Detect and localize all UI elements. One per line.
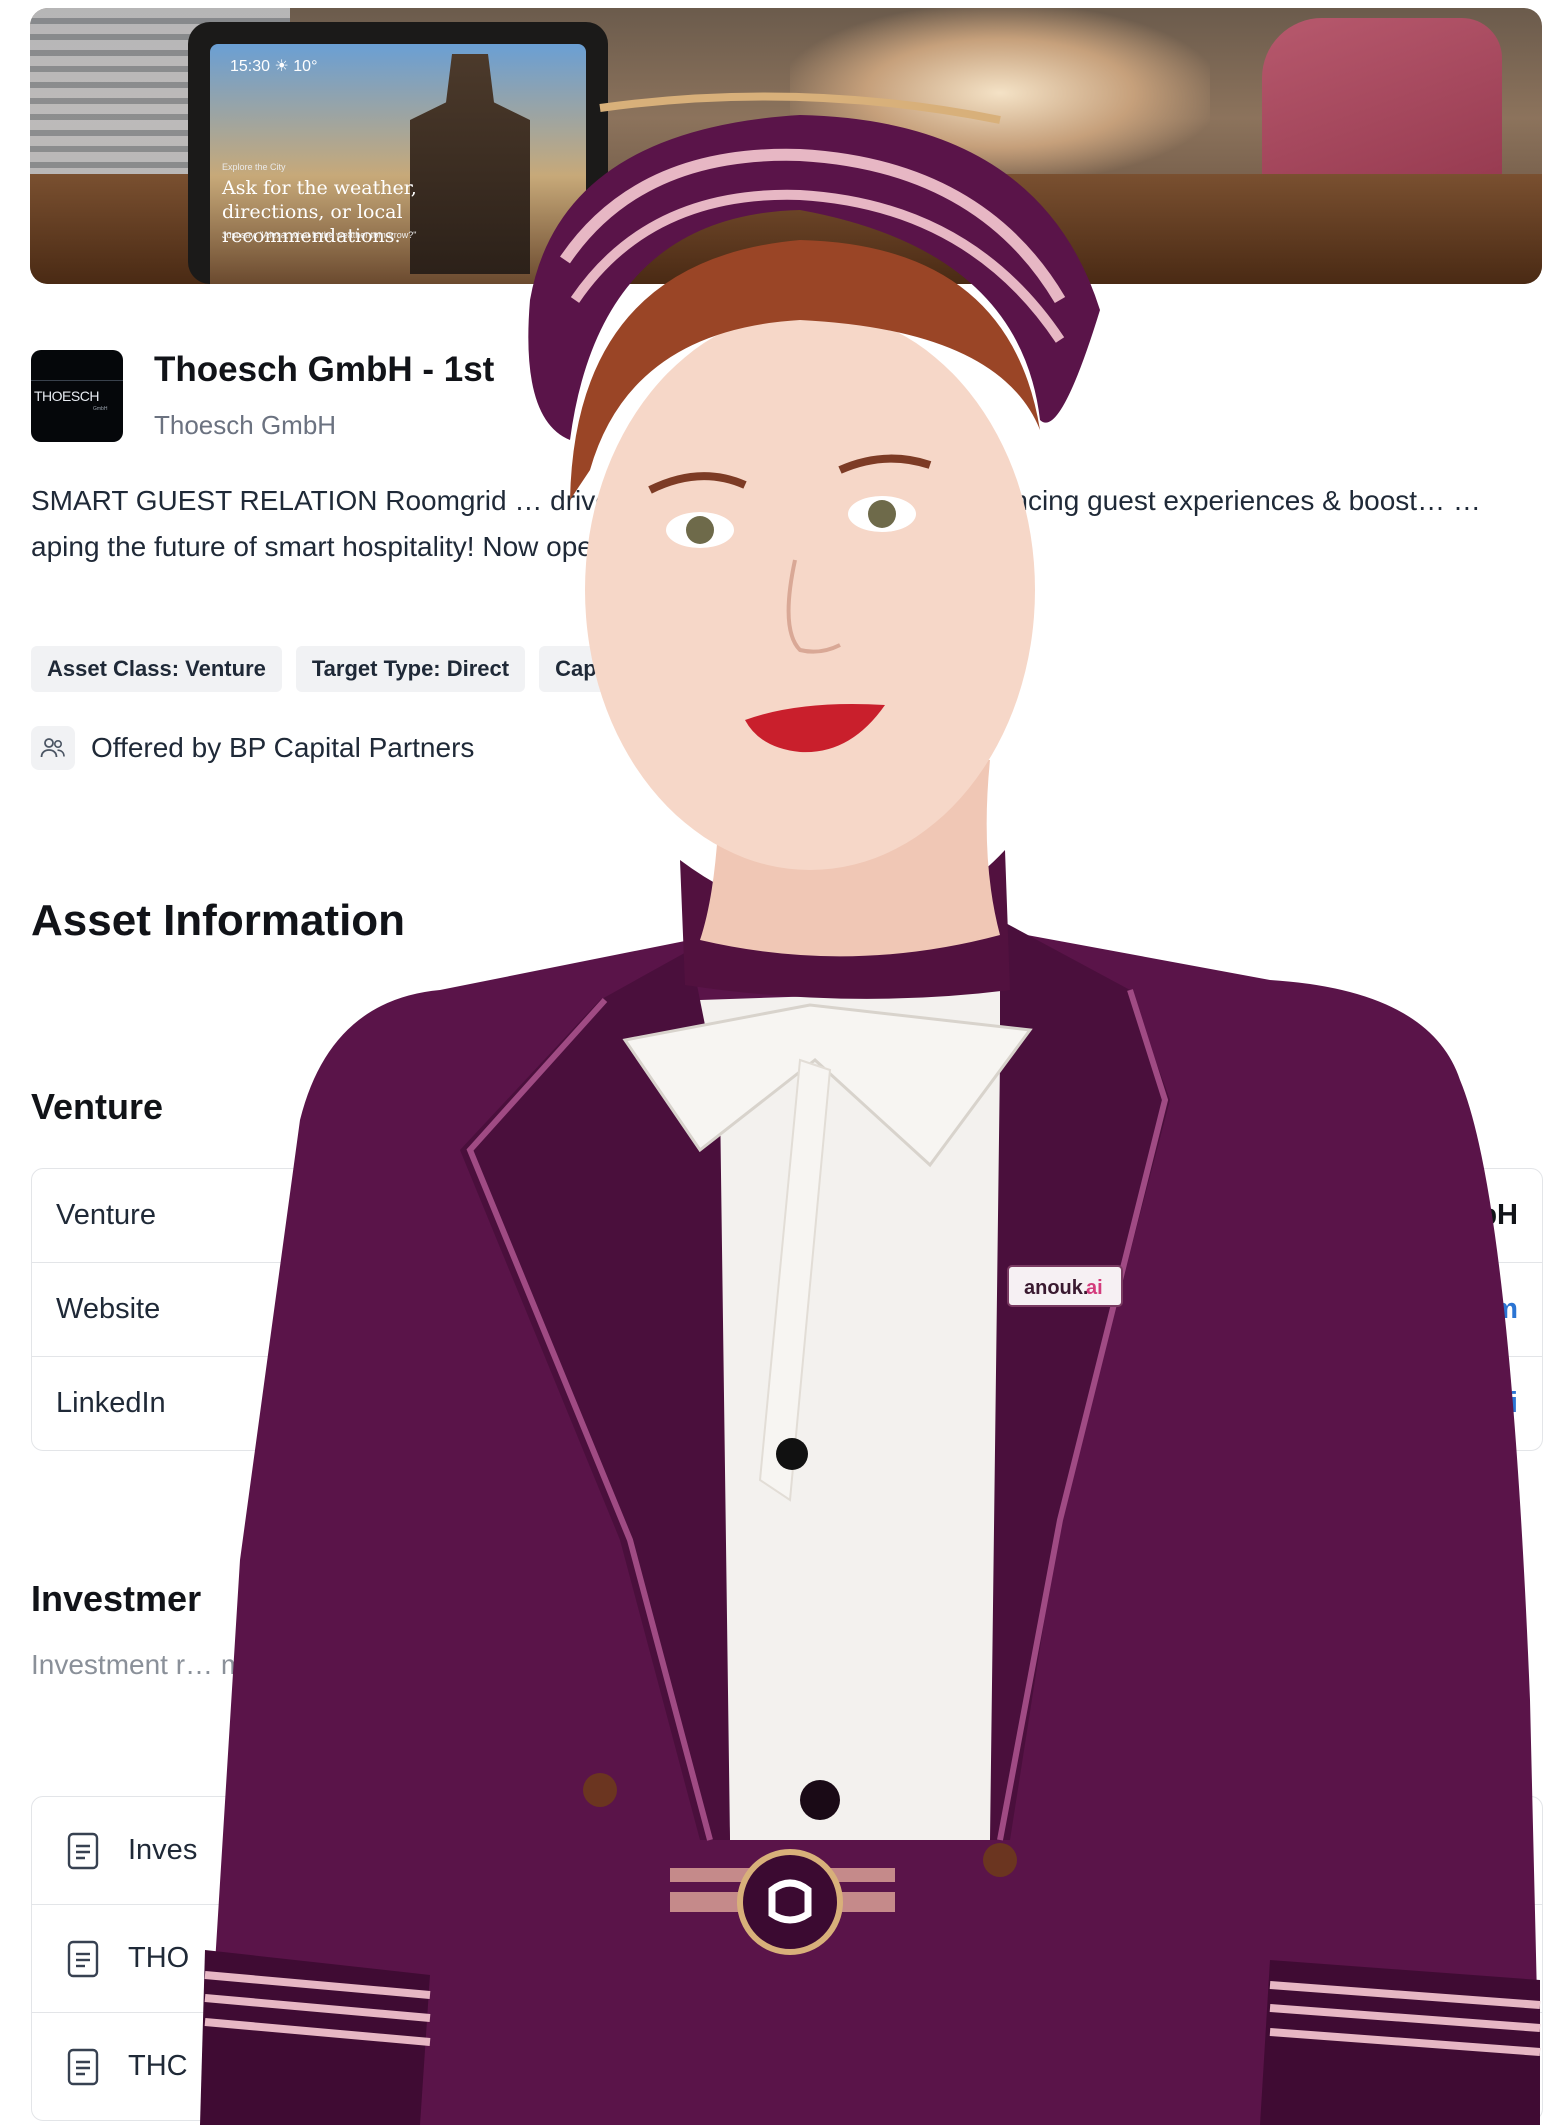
table-row: LinkedIn l-ai bbox=[32, 1357, 1542, 1450]
linkedin-key: LinkedIn bbox=[56, 1387, 166, 1419]
logo-subtext: GmbH bbox=[93, 406, 108, 412]
offered-by-label: Offered by BP Capital Partners bbox=[91, 732, 475, 763]
offering-title: Thoesch GmbH - 1st bbox=[154, 350, 495, 389]
asset-information-heading: Asset Information bbox=[31, 896, 406, 945]
company-logo: THOESCH GmbH bbox=[31, 350, 123, 442]
list-item[interactable]: THC bbox=[32, 2013, 1542, 2120]
list-item[interactable]: THO bbox=[32, 1905, 1542, 2013]
offering-tags: Asset Class: Venture Target Type: Direct… bbox=[31, 646, 619, 692]
document-label: Inves bbox=[128, 1834, 198, 1866]
venture-heading: Venture bbox=[31, 1086, 164, 1127]
window-light bbox=[790, 8, 1210, 178]
offered-by[interactable]: Offered by BP Capital Partners bbox=[31, 726, 474, 770]
logo-wordmark: THOESCH bbox=[34, 388, 99, 404]
tag-target-type: Target Type: Direct bbox=[295, 646, 526, 692]
document-icon bbox=[67, 2048, 99, 2085]
tag-capital: Capi bbox=[539, 646, 619, 692]
linkedin-link[interactable]: l-ai bbox=[1476, 1387, 1518, 1420]
users-icon bbox=[31, 726, 75, 770]
smart-display-screen: 15:30 ☀ 10° Explore the City Ask for the… bbox=[210, 44, 586, 284]
offering-description: SMART GUEST RELATION Roomgrid … driven i… bbox=[31, 485, 1481, 562]
table-row: Venture GmbH bbox=[32, 1169, 1542, 1263]
smart-display-device: 15:30 ☀ 10° Explore the City Ask for the… bbox=[188, 22, 608, 284]
venture-value: GmbH bbox=[1431, 1199, 1518, 1231]
document-label: THO bbox=[128, 1942, 190, 1974]
bow-tie bbox=[622, 1003, 1033, 1168]
device-kicker: Explore the City bbox=[222, 162, 286, 172]
document-list: Inves THO THC bbox=[31, 1796, 1543, 2121]
tag-asset-class: Asset Class: Venture bbox=[31, 646, 282, 692]
document-label: THC bbox=[128, 2050, 188, 2082]
venture-key: Venture bbox=[56, 1199, 156, 1231]
table-row: Website com bbox=[32, 1263, 1542, 1357]
document-icon bbox=[67, 1940, 99, 1977]
neck bbox=[700, 760, 1000, 957]
device-hint: Just say: "Alexa, what is the weather to… bbox=[222, 230, 417, 240]
face bbox=[585, 310, 1035, 870]
website-key: Website bbox=[56, 1293, 161, 1325]
device-time: 15:30 ☀ 10° bbox=[230, 58, 318, 75]
venture-details-table: Venture GmbH Website com LinkedIn l-ai bbox=[31, 1168, 1543, 1451]
list-item[interactable]: Inves bbox=[32, 1797, 1542, 1905]
website-link[interactable]: com bbox=[1458, 1293, 1518, 1326]
collar bbox=[680, 850, 1010, 999]
document-icon bbox=[67, 1832, 99, 1869]
investment-heading: Investmer bbox=[31, 1578, 202, 1619]
issuer-name[interactable]: Thoesch GmbH bbox=[154, 410, 336, 441]
lips bbox=[745, 704, 885, 753]
investment-description: Investment r… may include… historical pe… bbox=[31, 1649, 584, 1680]
